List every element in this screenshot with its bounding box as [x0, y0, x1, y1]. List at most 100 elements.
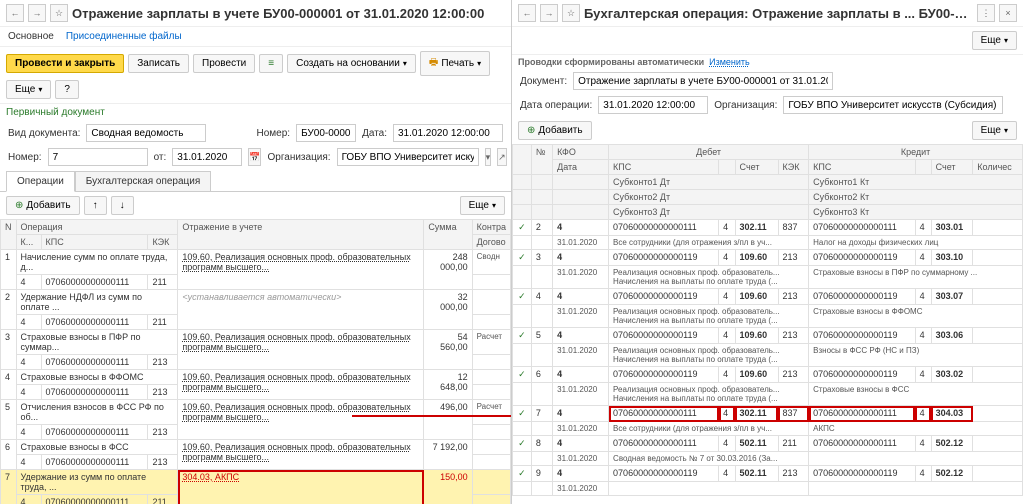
- table-row-sub[interactable]: 31.01.2020 Реализация основных проф. обр…: [513, 266, 1023, 289]
- row-number: Номер: от: 📅 Организация: ▾ ↗: [0, 145, 511, 169]
- row-doc-r: Документ:: [512, 69, 1023, 93]
- calendar-icon[interactable]: 📅: [248, 148, 261, 166]
- favorite-star-icon[interactable]: ☆: [50, 4, 68, 22]
- close-icon[interactable]: ×: [999, 4, 1017, 22]
- primary-document-link[interactable]: Первичный документ: [0, 104, 511, 121]
- tab-main[interactable]: Основное: [8, 31, 54, 42]
- add-button[interactable]: ⊕ Добавить: [6, 196, 80, 215]
- create-based-button[interactable]: Создать на основании: [287, 54, 416, 73]
- col-op: Операция: [16, 220, 178, 235]
- add-label: Добавить: [26, 200, 70, 211]
- plus-icon-r: ⊕: [527, 125, 535, 136]
- col-s1k: Субконто1 Кт: [809, 175, 1023, 190]
- table-row[interactable]: 6Страховые взносы в ФСС109.60, Реализаци…: [1, 440, 511, 455]
- doc-r-label: Документ:: [520, 76, 567, 87]
- annotation-arrow: [352, 415, 512, 417]
- postings-table[interactable]: № КФО Дебет Кредит Дата КПС Счет КЭК КПС…: [512, 144, 1023, 496]
- table-row-sub[interactable]: 31.01.2020 Все сотрудники (для отражения…: [513, 422, 1023, 436]
- table-row[interactable]: 1Начисление сумм по оплате труда, д...10…: [1, 250, 511, 275]
- table-row-sub[interactable]: 31.01.2020 Реализация основных проф. обр…: [513, 344, 1023, 367]
- table-row-sub[interactable]: 31.01.2020 Все сотрудники (для отражения…: [513, 236, 1023, 250]
- table-row[interactable]: 3Страховые взносы в ПФР по суммар...109.…: [1, 330, 511, 355]
- col-s2k: Субконто2 Кт: [809, 190, 1023, 205]
- col-date-r: Дата: [553, 160, 609, 175]
- save-button[interactable]: Записать: [128, 54, 189, 73]
- print-label: Печать: [441, 58, 474, 69]
- doc-r-input[interactable]: [573, 72, 833, 90]
- org-input[interactable]: [337, 148, 479, 166]
- nav-forward-r[interactable]: →: [540, 4, 558, 22]
- table-row[interactable]: ✓44 070600000000001194109.60213 07060000…: [513, 289, 1023, 305]
- date-top-input[interactable]: [393, 124, 503, 142]
- help-button[interactable]: ?: [55, 80, 79, 99]
- col-d-acct: Счет: [735, 160, 778, 175]
- row-doctype: Вид документа: Номер: Дата:: [0, 121, 511, 145]
- col-d-kps: КПС: [609, 160, 719, 175]
- col-credit: Кредит: [809, 145, 1023, 160]
- nav-back-r[interactable]: ←: [518, 4, 536, 22]
- nav-forward[interactable]: →: [28, 4, 46, 22]
- org-open-icon[interactable]: ↗: [497, 148, 507, 166]
- tab-operations[interactable]: Операции: [6, 171, 75, 192]
- move-up-button[interactable]: ↑: [84, 196, 107, 215]
- more-button-r[interactable]: Еще: [972, 31, 1017, 50]
- from-input[interactable]: [172, 148, 242, 166]
- header-tabs: Основное Присоединенные файлы: [0, 27, 511, 47]
- change-link[interactable]: Изменить: [709, 57, 750, 67]
- tab-accounting-op[interactable]: Бухгалтерская операция: [75, 171, 212, 191]
- post-button[interactable]: Провести: [193, 54, 255, 73]
- move-down-button[interactable]: ↓: [111, 196, 134, 215]
- table-row[interactable]: ✓74 070600000000001114302.11837 07060000…: [513, 406, 1023, 422]
- main-toolbar: Провести и закрыть Записать Провести ≡ С…: [0, 47, 511, 104]
- date-r-input[interactable]: [598, 96, 708, 114]
- number-top-label: Номер:: [257, 128, 291, 139]
- table-row[interactable]: 2Удержание НДФЛ из сумм по оплате ...<ус…: [1, 290, 511, 315]
- col-s3d: Субконто3 Дт: [609, 205, 809, 220]
- table-row[interactable]: ✓54 070600000000001194109.60213 07060000…: [513, 328, 1023, 344]
- add-button-r[interactable]: ⊕ Добавить: [518, 121, 592, 140]
- col-debit: Дебет: [609, 145, 809, 160]
- grid-more-button[interactable]: Еще: [460, 196, 505, 215]
- table-row[interactable]: ✓24 070600000000001114302.11837 07060000…: [513, 220, 1023, 236]
- movements-button[interactable]: ≡: [259, 54, 283, 73]
- table-row[interactable]: ✓34 070600000000001194109.60213 07060000…: [513, 250, 1023, 266]
- org-select-icon[interactable]: ▾: [485, 148, 492, 166]
- table-row-sub[interactable]: 31.01.2020 Реализация основных проф. обр…: [513, 305, 1023, 328]
- number-input[interactable]: [48, 148, 148, 166]
- table-row-sub[interactable]: 31.01.2020 Сводная ведомость № 7 от 30.0…: [513, 452, 1023, 466]
- table-row[interactable]: 7Удержание из сумм по оплате труда, ...3…: [1, 470, 511, 495]
- more-button[interactable]: Еще: [6, 80, 51, 99]
- number-top-input[interactable]: [296, 124, 356, 142]
- post-and-close-button[interactable]: Провести и закрыть: [6, 54, 124, 73]
- org-r-input[interactable]: [783, 96, 1003, 114]
- operations-table[interactable]: N Операция Отражение в учете Сумма Контр…: [0, 219, 511, 504]
- doctype-input[interactable]: [86, 124, 206, 142]
- left-header: ← → ☆ Отражение зарплаты в учете БУ00-00…: [0, 0, 511, 27]
- number-label: Номер:: [8, 152, 42, 163]
- menu-icon[interactable]: ⋮: [977, 4, 995, 22]
- table-row[interactable]: 5Отчисления взносов в ФСС РФ по об...109…: [1, 400, 511, 425]
- table-row[interactable]: ✓94 070600000000001194502.11213 07060000…: [513, 466, 1023, 482]
- doc-title-r: Бухгалтерская операция: Отражение зарпла…: [584, 6, 973, 21]
- col-d-kek: КЭК: [778, 160, 809, 175]
- tab-attached-files[interactable]: Присоединенные файлы: [66, 31, 182, 42]
- table-row[interactable]: ✓64 070600000000001194109.60213 07060000…: [513, 367, 1023, 383]
- col-s3k: Субконто3 Кт: [809, 205, 1023, 220]
- plus-icon: ⊕: [15, 200, 23, 211]
- table-row[interactable]: ✓84 070600000000001114502.11211 07060000…: [513, 436, 1023, 452]
- table-row-sub[interactable]: 31.01.2020 Реализация основных проф. обр…: [513, 383, 1023, 406]
- col-kps: КПС: [41, 235, 148, 250]
- sub-tabs: Операции Бухгалтерская операция: [0, 171, 511, 192]
- grid-more-r-button[interactable]: Еще: [972, 121, 1017, 140]
- col-n: N: [1, 220, 17, 250]
- col-kfo: КФО: [553, 145, 609, 160]
- print-button[interactable]: 🖶 Печать: [420, 51, 490, 76]
- date-top-label: Дата:: [362, 128, 387, 139]
- nav-back[interactable]: ←: [6, 4, 24, 22]
- operations-grid: N Операция Отражение в учете Сумма Контр…: [0, 219, 511, 504]
- table-row[interactable]: 4Страховые взносы в ФФОМС109.60, Реализа…: [1, 370, 511, 385]
- favorite-star-r-icon[interactable]: ☆: [562, 4, 580, 22]
- table-row-sub[interactable]: 31.01.2020: [513, 482, 1023, 496]
- col-kek: КЭК: [148, 235, 178, 250]
- col-s2d: Субконто2 Дт: [609, 190, 809, 205]
